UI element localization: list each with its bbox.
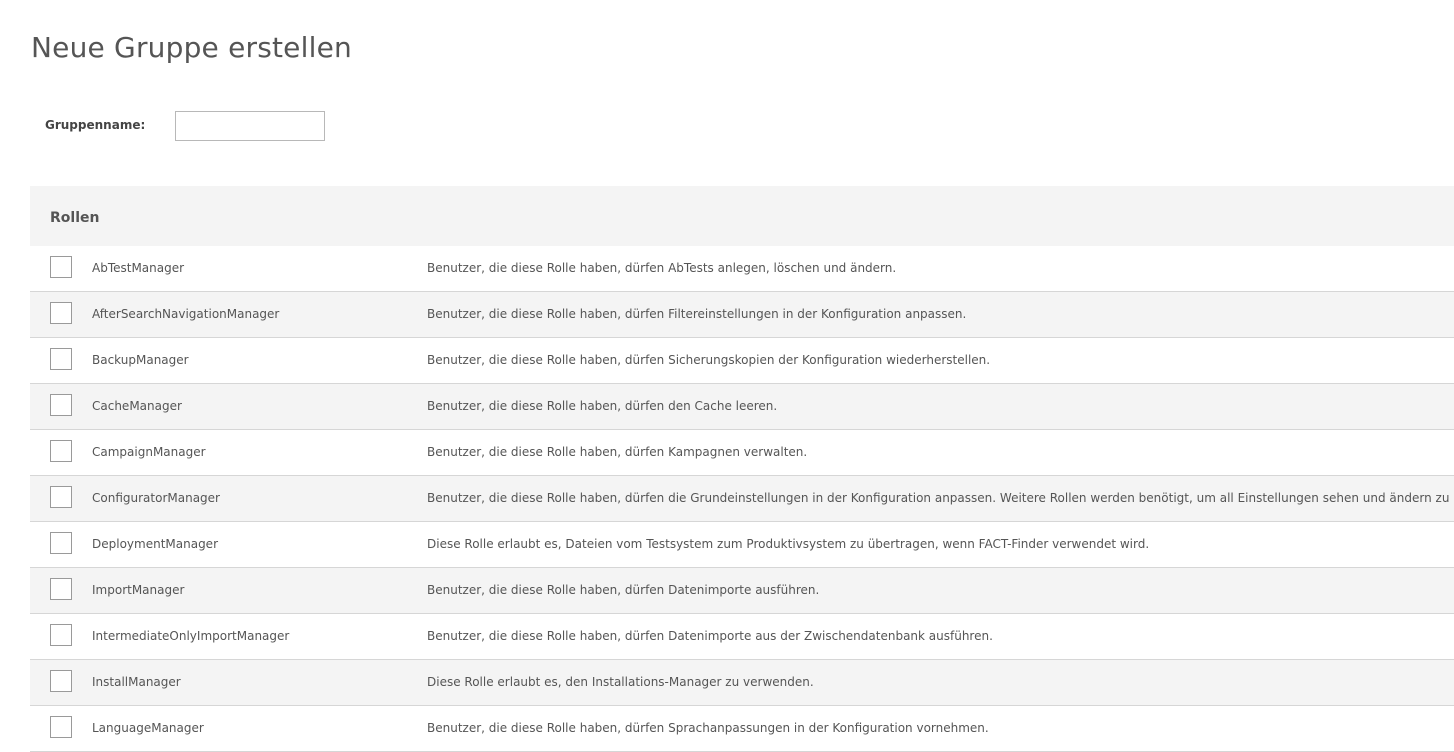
roles-header-label: Rollen xyxy=(50,210,100,226)
role-description: Benutzer, die diese Rolle haben, dürfen … xyxy=(427,307,967,321)
role-name: AfterSearchNavigationManager xyxy=(92,307,280,321)
role-row-cachemanager: CacheManager Benutzer, die diese Rolle h… xyxy=(30,384,1454,430)
role-description: Diese Rolle erlaubt es, den Installation… xyxy=(427,675,814,689)
role-name: ConfiguratorManager xyxy=(92,491,220,505)
role-description: Benutzer, die diese Rolle haben, dürfen … xyxy=(427,261,897,275)
role-row-installmanager: InstallManager Diese Rolle erlaubt es, d… xyxy=(30,660,1454,706)
role-row-configuratormanager: ConfiguratorManager Benutzer, die diese … xyxy=(30,476,1454,522)
role-name: LanguageManager xyxy=(92,721,204,735)
role-description: Benutzer, die diese Rolle haben, dürfen … xyxy=(427,399,778,413)
role-checkbox[interactable] xyxy=(50,394,72,416)
roles-header: Rollen xyxy=(30,186,1454,246)
role-name: InstallManager xyxy=(92,675,181,689)
group-name-input[interactable] xyxy=(175,111,325,141)
roles-table: Rollen AbTestManager Benutzer, die diese… xyxy=(30,186,1454,752)
role-description: Benutzer, die diese Rolle haben, dürfen … xyxy=(427,583,820,597)
role-name: AbTestManager xyxy=(92,261,185,275)
role-name: BackupManager xyxy=(92,353,189,367)
role-checkbox[interactable] xyxy=(50,486,72,508)
role-row-intermediateonlyimportmanager: IntermediateOnlyImportManager Benutzer, … xyxy=(30,614,1454,660)
role-name: CacheManager xyxy=(92,399,182,413)
role-row-importmanager: ImportManager Benutzer, die diese Rolle … xyxy=(30,568,1454,614)
role-checkbox[interactable] xyxy=(50,302,72,324)
role-description: Benutzer, die diese Rolle haben, dürfen … xyxy=(427,445,808,459)
role-checkbox[interactable] xyxy=(50,256,72,278)
role-checkbox[interactable] xyxy=(50,578,72,600)
role-checkbox[interactable] xyxy=(50,440,72,462)
role-row-languagemanager: LanguageManager Benutzer, die diese Roll… xyxy=(30,706,1454,752)
role-row-aftersearchnavigationmanager: AfterSearchNavigationManager Benutzer, d… xyxy=(30,292,1454,338)
role-row-campaignmanager: CampaignManager Benutzer, die diese Roll… xyxy=(30,430,1454,476)
role-name: DeploymentManager xyxy=(92,537,218,551)
role-row-abtestmanager: AbTestManager Benutzer, die diese Rolle … xyxy=(30,246,1454,292)
role-row-deploymentmanager: DeploymentManager Diese Rolle erlaubt es… xyxy=(30,522,1454,568)
role-checkbox[interactable] xyxy=(50,670,72,692)
role-description: Benutzer, die diese Rolle haben, dürfen … xyxy=(427,491,1454,505)
role-checkbox[interactable] xyxy=(50,624,72,646)
role-checkbox[interactable] xyxy=(50,348,72,370)
page: Neue Gruppe erstellen Gruppenname: Rolle… xyxy=(0,0,1454,752)
role-description: Diese Rolle erlaubt es, Dateien vom Test… xyxy=(427,537,1150,551)
role-description: Benutzer, die diese Rolle haben, dürfen … xyxy=(427,353,991,367)
role-description: Benutzer, die diese Rolle haben, dürfen … xyxy=(427,721,989,735)
role-name: ImportManager xyxy=(92,583,185,597)
role-name: IntermediateOnlyImportManager xyxy=(92,629,290,643)
role-checkbox[interactable] xyxy=(50,716,72,738)
role-checkbox[interactable] xyxy=(50,532,72,554)
page-title: Neue Gruppe erstellen xyxy=(31,31,352,64)
role-description: Benutzer, die diese Rolle haben, dürfen … xyxy=(427,629,993,643)
role-name: CampaignManager xyxy=(92,445,206,459)
role-row-backupmanager: BackupManager Benutzer, die diese Rolle … xyxy=(30,338,1454,384)
group-name-label: Gruppenname: xyxy=(45,118,146,132)
